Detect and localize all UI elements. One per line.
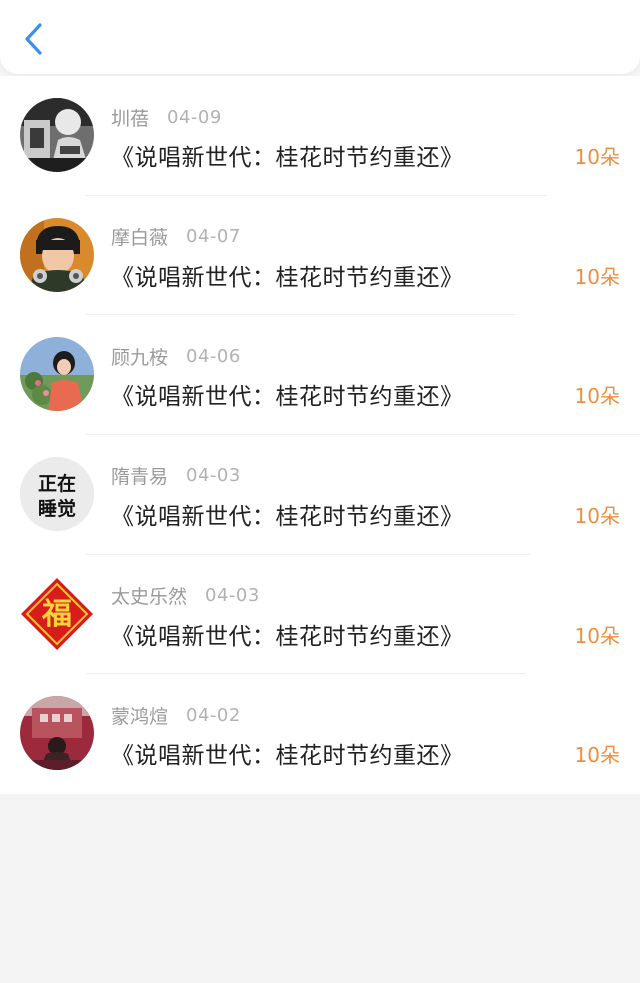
record-date: 04-03: [205, 585, 260, 607]
avatar[interactable]: [20, 217, 94, 292]
fu-character: 福: [41, 597, 72, 632]
top-nav-bar: [0, 0, 640, 74]
chevron-left-icon: [25, 23, 42, 55]
user-name[interactable]: 隋青易: [111, 462, 168, 489]
record-date: 04-02: [186, 704, 241, 726]
show-title: 《说唱新世代：桂花时节约重还》: [111, 743, 464, 770]
record-date: 04-06: [186, 345, 241, 367]
user-name[interactable]: 圳蓓: [111, 104, 149, 131]
avatar[interactable]: 正在 睡觉: [20, 456, 94, 531]
avatar[interactable]: [20, 696, 94, 771]
show-title: 《说唱新世代：桂花时节约重还》: [111, 264, 464, 291]
list-item[interactable]: 摩白薇 04-07 《说唱新世代：桂花时节约重还》 10朵: [0, 196, 640, 316]
gift-count: 10朵: [574, 743, 620, 768]
list-item[interactable]: 圳蓓 04-09 《说唱新世代：桂花时节约重还》 10朵: [0, 76, 640, 196]
record-meta: 顾九桉 04-06: [111, 343, 241, 369]
user-name[interactable]: 顾九桉: [111, 343, 168, 370]
record-meta: 隋青易 04-03: [111, 463, 241, 489]
user-name[interactable]: 摩白薇: [111, 223, 168, 250]
gift-count: 10朵: [574, 145, 620, 169]
record-meta: 太史乐然 04-03: [111, 583, 260, 609]
gift-count: 10朵: [574, 384, 620, 409]
show-title: 《说唱新世代：桂花时节约重还》: [111, 145, 464, 171]
record-meta: 蒙鸿煊 04-02: [111, 702, 241, 728]
show-title: 《说唱新世代：桂花时节约重还》: [111, 503, 464, 530]
user-name[interactable]: 蒙鸿煊: [111, 702, 168, 729]
gift-record-list: 圳蓓 04-09 《说唱新世代：桂花时节约重还》 10朵 摩白薇 04-07 《…: [0, 76, 640, 794]
avatar-text-line-1: 正在: [38, 472, 76, 495]
gift-count: 10朵: [574, 623, 620, 648]
record-date: 04-09: [167, 106, 222, 128]
gift-count: 10朵: [574, 503, 620, 528]
record-meta: 圳蓓 04-09: [111, 104, 222, 130]
back-button[interactable]: [14, 18, 54, 60]
gift-count: 10朵: [574, 264, 620, 289]
list-item[interactable]: 福 太史乐然 04-03 《说唱新世代：桂花时节约重还》 10朵: [0, 555, 640, 675]
avatar-text-line-2: 睡觉: [38, 497, 76, 520]
avatar[interactable]: [20, 337, 94, 412]
record-meta: 摩白薇 04-07: [111, 224, 241, 250]
list-item[interactable]: 顾九桉 04-06 《说唱新世代：桂花时节约重还》 10朵: [0, 315, 640, 435]
record-date: 04-07: [186, 226, 241, 248]
list-item[interactable]: 蒙鸿煊 04-02 《说唱新世代：桂花时节约重还》 10朵: [0, 674, 640, 794]
user-name[interactable]: 太史乐然: [111, 582, 187, 609]
show-title: 《说唱新世代：桂花时节约重还》: [111, 384, 464, 411]
avatar[interactable]: 福: [20, 577, 94, 651]
record-date: 04-03: [186, 465, 241, 487]
show-title: 《说唱新世代：桂花时节约重还》: [111, 623, 464, 650]
list-item[interactable]: 正在 睡觉 隋青易 04-03 《说唱新世代：桂花时节约重还》 10朵: [0, 435, 640, 555]
avatar[interactable]: [20, 98, 94, 172]
